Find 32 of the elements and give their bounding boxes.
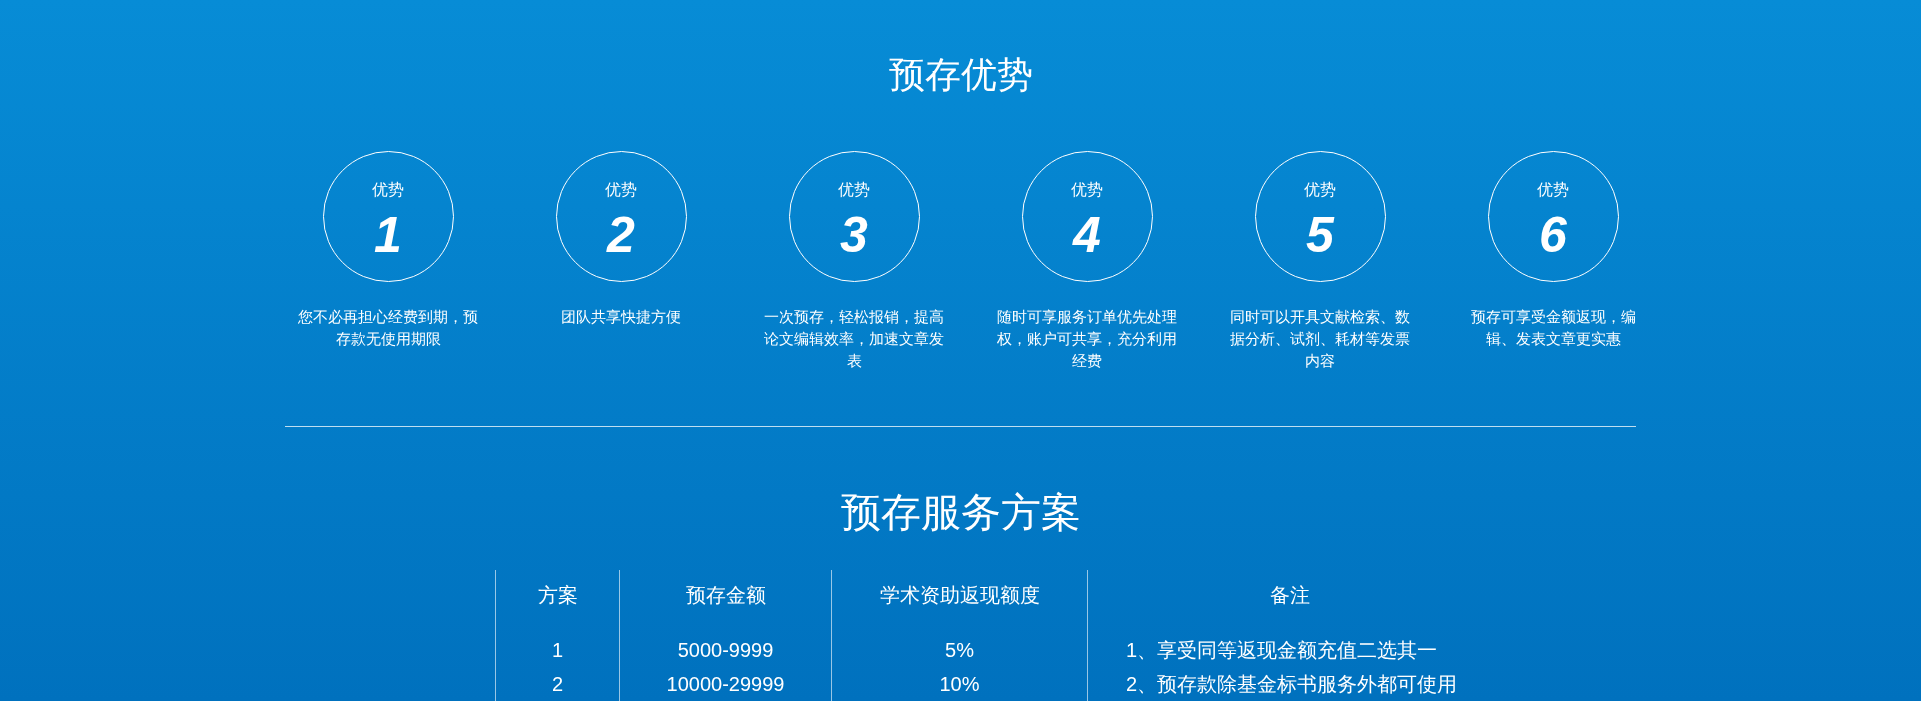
table-header: 预存金额 bbox=[619, 570, 831, 620]
advantage-number: 1 bbox=[374, 207, 402, 263]
circle-label: 优势 bbox=[605, 180, 637, 200]
table-cell: 2 bbox=[495, 667, 619, 701]
table-header: 方案 bbox=[495, 570, 619, 620]
section-title: 预存服务方案 bbox=[839, 489, 1082, 536]
advantage-number: 6 bbox=[1539, 207, 1567, 263]
table-header: 备注 bbox=[1087, 570, 1491, 620]
advantage-number: 2 bbox=[607, 207, 635, 263]
circle-label: 优势 bbox=[1537, 180, 1569, 200]
section-title: 预存优势 bbox=[887, 53, 1034, 97]
table-cell: 5000-9999 bbox=[619, 620, 831, 667]
advantage-number: 5 bbox=[1306, 207, 1334, 263]
table-cell: 1 bbox=[495, 620, 619, 667]
circle-label: 优势 bbox=[1304, 180, 1336, 200]
table-cell: 10000-29999 bbox=[619, 667, 831, 701]
table-cell: 1、享受同等返现金额充值二选其一 bbox=[1087, 620, 1491, 667]
circle-label: 优势 bbox=[372, 180, 404, 200]
table-cell: 5% bbox=[831, 620, 1087, 667]
advantage-description: 同时可以开具文献检索、数据分析、试剂、耗材等发票内容 bbox=[1229, 307, 1411, 371]
table-cell: 2、预存款除基金标书服务外都可使用 bbox=[1087, 667, 1491, 701]
advantage-description: 您不必再担心经费到期，预存款无使用期限 bbox=[297, 307, 479, 349]
circle-label: 优势 bbox=[1071, 180, 1103, 200]
circle-label: 优势 bbox=[838, 180, 870, 200]
table-cell: 10% bbox=[831, 667, 1087, 701]
advantage-description: 团队共享快捷方便 bbox=[560, 307, 682, 327]
advantage-number: 3 bbox=[840, 207, 868, 263]
advantage-description: 一次预存，轻松报销，提高论文编辑效率，加速文章发表 bbox=[763, 307, 945, 371]
advantage-number: 4 bbox=[1073, 207, 1101, 263]
advantage-description: 预存可享受金额返现，编辑、发表文章更实惠 bbox=[1469, 307, 1637, 349]
advantage-description: 随时可享服务订单优先处理权，账户可共享，充分利用经费 bbox=[996, 307, 1178, 371]
table-header: 学术资助返现额度 bbox=[831, 570, 1087, 620]
